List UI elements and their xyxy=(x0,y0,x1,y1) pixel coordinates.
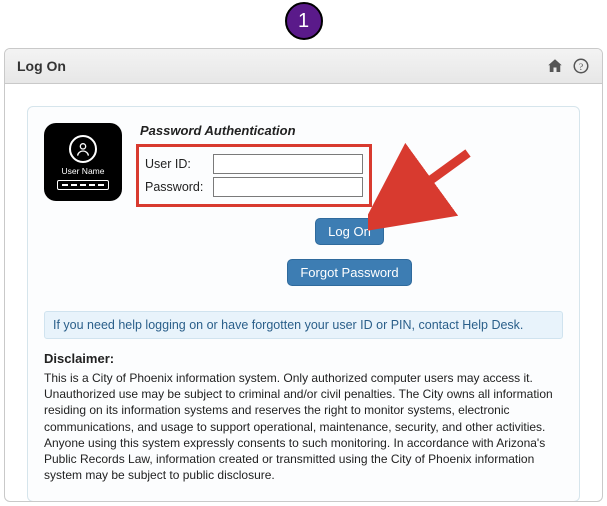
panel-header: Log On ? xyxy=(5,49,602,84)
user-icon xyxy=(69,135,97,163)
credentials-highlight: User ID: Password: xyxy=(136,144,372,207)
password-mask-icon xyxy=(57,180,109,190)
disclaimer-body: This is a City of Phoenix information sy… xyxy=(44,370,563,483)
logon-button[interactable]: Log On xyxy=(315,218,384,245)
password-label: Password: xyxy=(145,180,207,194)
header-icons: ? xyxy=(546,57,590,75)
step-badge: 1 xyxy=(285,2,323,40)
page-title: Log On xyxy=(17,58,66,74)
panel-body: User Name Password Authentication User I… xyxy=(5,84,602,502)
step-number: 1 xyxy=(298,10,309,33)
auth-heading: Password Authentication xyxy=(140,123,563,138)
user-tile: User Name xyxy=(44,123,122,201)
svg-text:?: ? xyxy=(579,62,583,73)
user-tile-label: User Name xyxy=(62,166,105,176)
auth-card: User Name Password Authentication User I… xyxy=(27,106,580,502)
logon-panel: Log On ? xyxy=(4,48,603,502)
userid-label: User ID: xyxy=(145,157,207,171)
disclaimer-heading: Disclaimer: xyxy=(44,351,563,366)
auth-form: Password Authentication User ID: Passwor… xyxy=(136,123,563,289)
help-icon[interactable]: ? xyxy=(572,57,590,75)
home-icon[interactable] xyxy=(546,57,564,75)
userid-input[interactable] xyxy=(213,154,363,174)
help-text: If you need help logging on or have forg… xyxy=(44,311,563,339)
forgot-password-button[interactable]: Forgot Password xyxy=(287,259,411,286)
password-input[interactable] xyxy=(213,177,363,197)
